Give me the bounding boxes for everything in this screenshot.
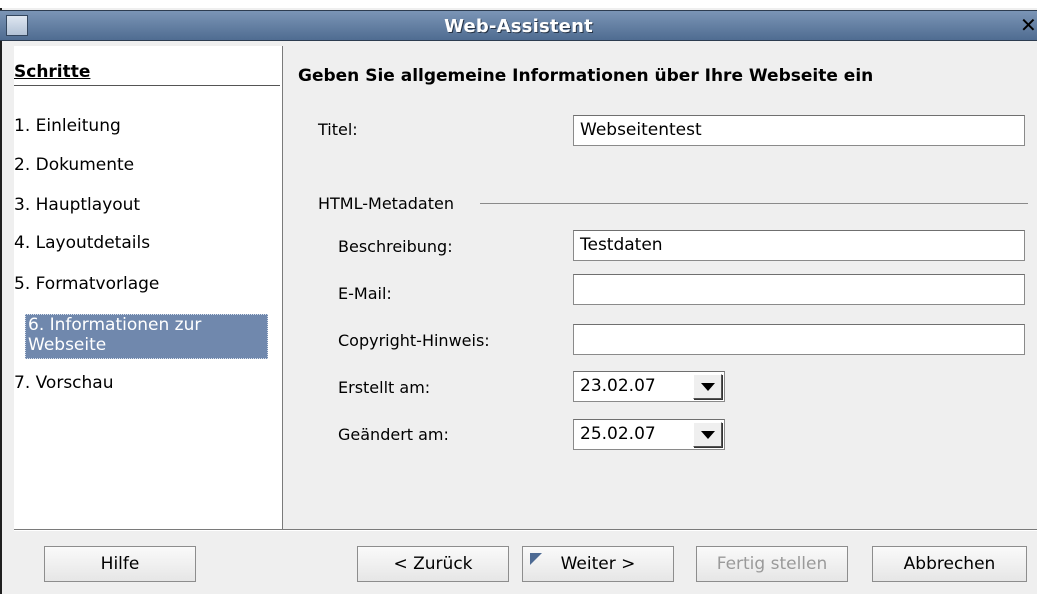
back-button[interactable]: < Zurück xyxy=(357,546,509,582)
meta-group-label: HTML-Metadaten xyxy=(318,194,454,213)
default-button-marker-icon xyxy=(530,553,542,565)
steps-heading: Schritte xyxy=(14,62,91,82)
help-button[interactable]: Hilfe xyxy=(44,546,196,582)
chevron-down-icon[interactable] xyxy=(693,374,722,399)
email-input[interactable] xyxy=(573,274,1025,305)
next-button[interactable]: Weiter > xyxy=(522,546,674,582)
step-item-einleitung[interactable]: 1. Einleitung xyxy=(14,114,268,138)
finish-button[interactable]: Fertig stellen xyxy=(696,546,848,582)
step-item-informationen[interactable]: 6. Informationen zur Webseite xyxy=(25,314,268,359)
modified-label: Geändert am: xyxy=(338,425,449,444)
copyright-input[interactable] xyxy=(573,324,1025,355)
cancel-button[interactable]: Abbrechen xyxy=(872,546,1027,582)
panel-divider xyxy=(282,46,283,529)
step-item-hauptlayout[interactable]: 3. Hauptlayout xyxy=(14,193,268,217)
steps-heading-rule xyxy=(14,85,280,86)
step-item-dokumente[interactable]: 2. Dokumente xyxy=(14,153,268,177)
copyright-label: Copyright-Hinweis: xyxy=(338,331,490,350)
email-label: E-Mail: xyxy=(338,284,392,303)
step-item-vorschau[interactable]: 7. Vorschau xyxy=(14,371,268,395)
step-item-layoutdetails[interactable]: 4. Layoutdetails xyxy=(14,231,268,255)
description-label: Beschreibung: xyxy=(338,237,453,256)
title-label: Titel: xyxy=(318,120,358,139)
created-label: Erstellt am: xyxy=(338,378,431,397)
meta-group-divider xyxy=(480,203,1028,204)
close-icon[interactable]: ✕ xyxy=(1020,12,1037,39)
title-input[interactable]: Webseitentest xyxy=(573,115,1025,146)
bottom-divider-highlight xyxy=(14,530,1037,531)
chevron-down-icon[interactable] xyxy=(693,422,722,447)
page-title: Geben Sie allgemeine Informationen über … xyxy=(298,66,874,86)
description-input[interactable]: Testdaten xyxy=(573,230,1025,261)
step-item-formatvorlage[interactable]: 5. Formatvorlage xyxy=(14,272,268,296)
window-title: Web-Assistent xyxy=(444,16,593,37)
title-bar[interactable]: Web-Assistent ✕ xyxy=(0,10,1037,41)
next-button-label: Weiter > xyxy=(560,554,636,574)
